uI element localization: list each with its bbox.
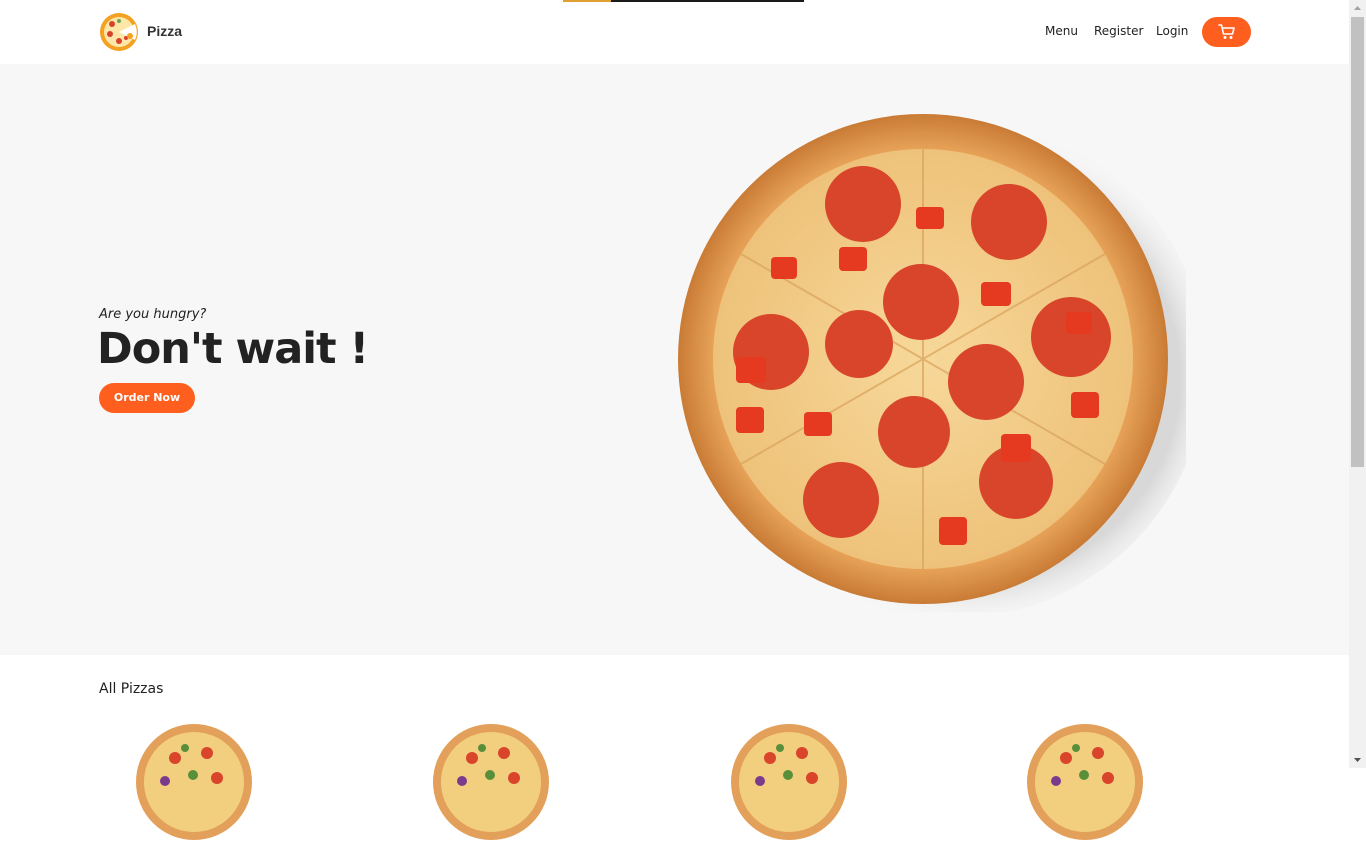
top-navbar: Pizza Menu Register Login: [0, 0, 1349, 64]
cart-button[interactable]: [1202, 17, 1251, 47]
hero-subtitle: Are you hungry?: [99, 307, 207, 322]
pizza-logo-icon[interactable]: [99, 12, 139, 52]
section-title: All Pizzas: [99, 681, 164, 697]
vertical-scrollbar[interactable]: [1349, 0, 1366, 768]
pizza-thumbnail[interactable]: [1026, 723, 1144, 841]
pepperoni-pizza-image: [678, 114, 1186, 612]
scroll-down-arrow-icon[interactable]: [1349, 751, 1366, 768]
nav-link-login[interactable]: Login: [1156, 24, 1188, 38]
cart-icon: [1218, 24, 1235, 39]
scroll-up-arrow-icon[interactable]: [1349, 0, 1366, 17]
pizza-thumbnail[interactable]: [432, 723, 550, 841]
pizza-thumbnail[interactable]: [730, 723, 848, 841]
pizza-thumbnail[interactable]: [135, 723, 253, 841]
hero-title: Don't wait !: [97, 324, 369, 374]
order-now-button[interactable]: Order Now: [99, 383, 195, 413]
scrollbar-thumb[interactable]: [1351, 17, 1364, 467]
nav-link-menu[interactable]: Menu: [1045, 24, 1078, 38]
page-load-progress-fill: [563, 0, 612, 2]
brand-name[interactable]: Pizza: [147, 23, 182, 39]
nav-link-register[interactable]: Register: [1094, 24, 1143, 38]
page-load-progress-bar: [563, 0, 804, 2]
hero-section: Are you hungry? Don't wait ! Order Now: [0, 64, 1349, 655]
